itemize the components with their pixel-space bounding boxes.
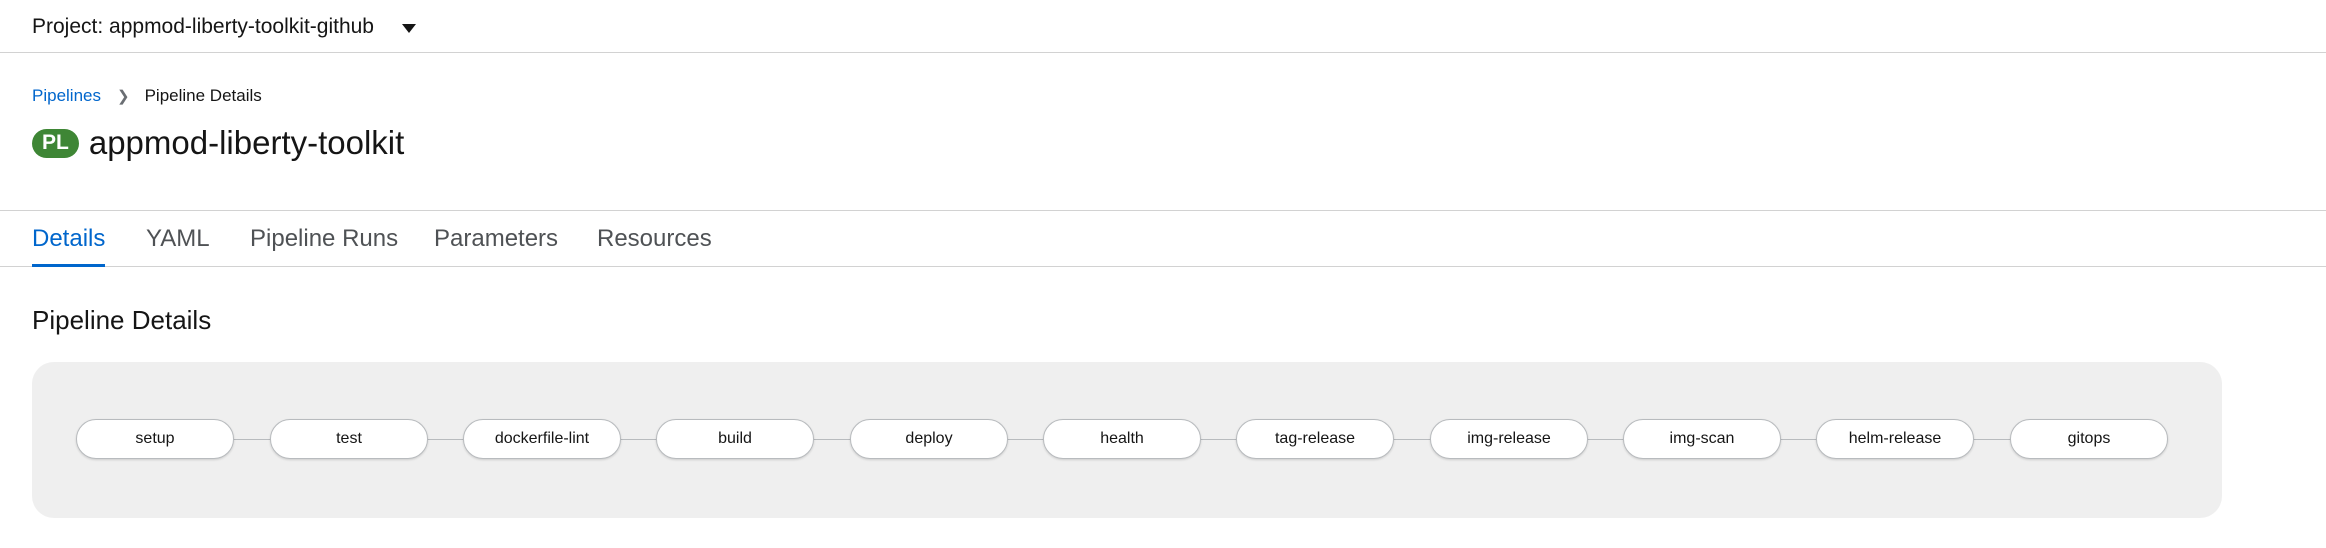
tab-parameters[interactable]: Parameters [434, 225, 558, 265]
tab-pipeline-runs[interactable]: Pipeline Runs [250, 225, 398, 265]
page-title: appmod-liberty-toolkit [88, 124, 405, 161]
pipeline-task-dockerfile-lint[interactable]: dockerfile-lint [463, 419, 621, 459]
chevron-right-icon: ❯ [117, 88, 130, 105]
pipeline-task-img-release[interactable]: img-release [1430, 419, 1588, 459]
pipeline-task-test[interactable]: test [270, 419, 428, 459]
tab-yaml[interactable]: YAML [146, 225, 210, 265]
breadcrumb: Pipelines ❯ Pipeline Details [32, 86, 262, 106]
breadcrumb-current: Pipeline Details [144, 86, 262, 105]
project-selector[interactable]: Project: appmod-liberty-toolkit-github [32, 13, 416, 41]
tab-details[interactable]: Details [32, 225, 106, 267]
tab-resources[interactable]: Resources [597, 225, 712, 265]
pipeline-visualization: setup test dockerfile-lint build deploy … [32, 362, 2222, 518]
pipeline-task-helm-release[interactable]: helm-release [1816, 419, 1974, 459]
project-label: Project: appmod-liberty-toolkit-github [32, 15, 374, 38]
page-header: PL appmod-liberty-toolkit [32, 124, 404, 162]
tab-bar: Details YAML Pipeline Runs Parameters Re… [0, 210, 2326, 267]
pipeline-task-setup[interactable]: setup [76, 419, 234, 459]
pipeline-task-img-scan[interactable]: img-scan [1623, 419, 1781, 459]
pipeline-task-deploy[interactable]: deploy [850, 419, 1008, 459]
pipeline-badge: PL [32, 128, 79, 158]
section-title: Pipeline Details [32, 305, 212, 335]
breadcrumb-pipelines-link[interactable]: Pipelines [32, 86, 101, 106]
project-bar: Project: appmod-liberty-toolkit-github [0, 0, 2326, 53]
pipeline-task-tag-release[interactable]: tag-release [1236, 419, 1394, 459]
pipeline-task-health[interactable]: health [1043, 419, 1201, 459]
caret-down-icon [402, 23, 416, 33]
pipeline-task-build[interactable]: build [656, 419, 814, 459]
pipeline-task-gitops[interactable]: gitops [2010, 419, 2168, 459]
